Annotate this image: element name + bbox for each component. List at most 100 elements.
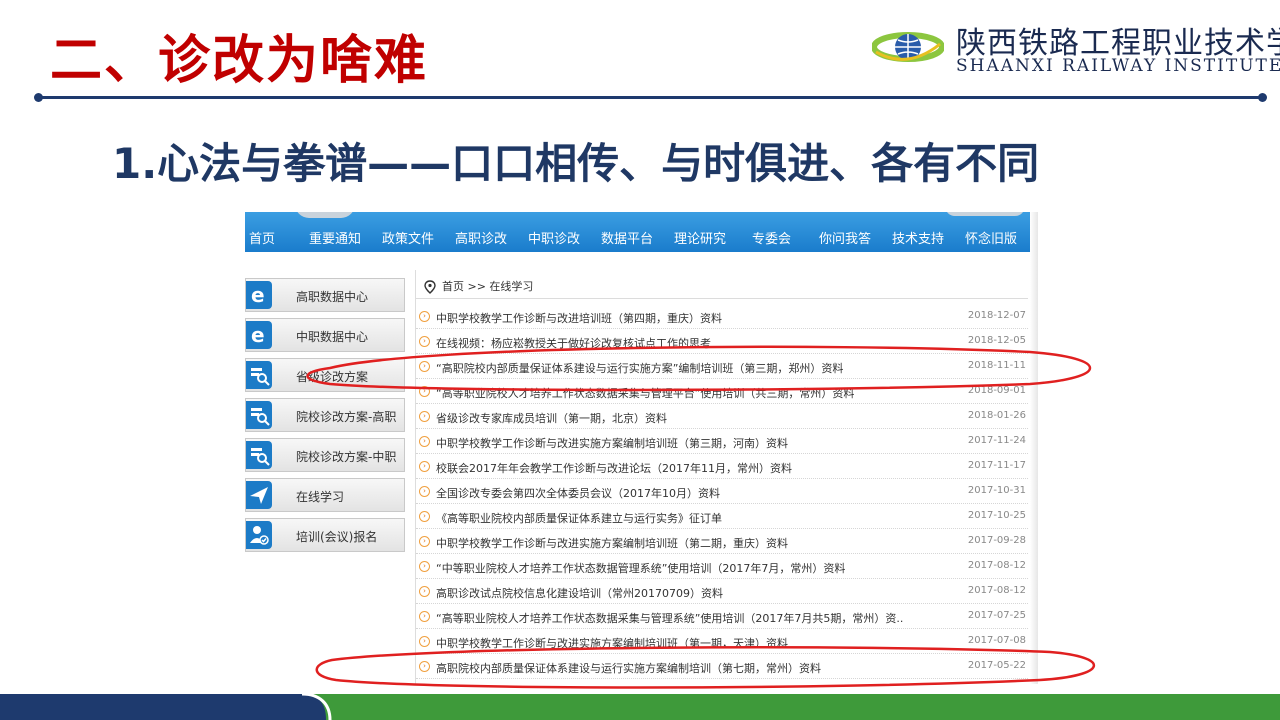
arrow-right-icon: ›	[419, 361, 430, 372]
nav-item-policy[interactable]: 政策文件	[382, 228, 434, 247]
list-item[interactable]: › “高等职业院校人才培养工作状态数据采集与管理系统”使用培训（2017年7月共5…	[416, 604, 1028, 629]
list-item-title[interactable]: “高等职业院校人才培养工作状态数据采集与管理系统”使用培训（2017年7月共5期…	[436, 610, 903, 626]
search-doc-icon	[246, 401, 272, 429]
nav-item-qa[interactable]: 你问我答	[819, 228, 871, 247]
globe-emblem-icon	[872, 32, 944, 62]
nav-item-old-site[interactable]: 怀念旧版	[965, 228, 1017, 247]
sidebar-item-higher-data[interactable]: e 高职数据中心	[245, 278, 405, 312]
sidebar-item-label: 高职数据中心	[296, 290, 369, 304]
list-item-date: 2017-11-17	[967, 460, 1026, 471]
website-screenshot: 首页 重要通知 政策文件 高职诊改 中职诊改 数据平台 理论研究 专委会 你问我…	[245, 212, 1038, 684]
list-item-date: 2017-10-31	[967, 485, 1026, 496]
breadcrumb-text[interactable]: 首页 >> 在线学习	[442, 278, 533, 294]
sidebar-item-provincial-plan[interactable]: 省级诊改方案	[245, 358, 405, 392]
arrow-right-icon: ›	[419, 561, 430, 572]
list-item[interactable]: › 中职学校教学工作诊断与改进培训班（第四期，重庆）资料 2018-12-07	[416, 304, 1028, 329]
nav-item-committee[interactable]: 专委会	[752, 228, 791, 247]
list-item-date: 2017-09-28	[967, 535, 1026, 546]
arrow-right-icon: ›	[419, 336, 430, 347]
list-item-title[interactable]: “高职院校内部质量保证体系建设与运行实施方案”编制培训班（第三期，郑州）资料	[436, 360, 843, 376]
arrow-right-icon: ›	[419, 461, 430, 472]
send-icon	[246, 481, 272, 509]
nav-item-home[interactable]: 首页	[249, 228, 275, 247]
list-item[interactable]: › 在线视频：杨应崧教授关于做好诊改复核试点工作的思考 2018-12-05	[416, 329, 1028, 354]
breadcrumb-divider	[416, 298, 1028, 299]
arrow-right-icon: ›	[419, 486, 430, 497]
arrow-right-icon: ›	[419, 586, 430, 597]
arrow-right-icon: ›	[419, 386, 430, 397]
sidebar-item-secondary-data[interactable]: e 中职数据中心	[245, 318, 405, 352]
sidebar-item-college-plan-higher[interactable]: 院校诊改方案-高职	[245, 398, 405, 432]
nav-item-higher-voc[interactable]: 高职诊改	[455, 228, 507, 247]
list-item-date: 2018-12-07	[967, 310, 1026, 321]
list-item-date: 2017-07-25	[967, 610, 1026, 621]
screenshot-edge-shadow	[1030, 212, 1038, 684]
arrow-right-icon: ›	[419, 311, 430, 322]
list-item[interactable]: › 省级诊改专家库成员培训（第一期，北京）资料 2018-01-26	[416, 404, 1028, 429]
user-check-icon	[246, 521, 272, 549]
footer-bar	[0, 694, 1280, 720]
top-nav-bar: 首页 重要通知 政策文件 高职诊改 中职诊改 数据平台 理论研究 专委会 你问我…	[245, 212, 1038, 252]
list-item-date: 2017-10-25	[967, 510, 1026, 521]
slide-title: 二、诊改为啥难	[50, 31, 429, 91]
list-item[interactable]: › 中职学校教学工作诊断与改进实施方案编制培训班（第三期，河南）资料 2017-11…	[416, 429, 1028, 454]
nav-decoration-right	[945, 212, 1025, 216]
list-item-date: 2017-07-08	[967, 635, 1026, 646]
sidebar-item-training-signup[interactable]: 培训(会议)报名	[245, 518, 405, 552]
list-item-title[interactable]: 高职诊改试点院校信息化建设培训（常州20170709）资料	[436, 585, 723, 601]
list-item-title[interactable]: 中职学校教学工作诊断与改进培训班（第四期，重庆）资料	[436, 310, 722, 326]
divider-dot-right	[1258, 93, 1267, 102]
sidebar-item-label: 院校诊改方案-高职	[296, 410, 397, 424]
arrow-right-icon: ›	[419, 611, 430, 622]
list-item-date: 2018-09-01	[967, 385, 1026, 396]
list-item-title[interactable]: 中职学校教学工作诊断与改进实施方案编制培训班（第一期，天津）资料	[436, 635, 788, 651]
list-item-date: 2017-08-12	[967, 560, 1026, 571]
list-item[interactable]: › 中职学校教学工作诊断与改进实施方案编制培训班（第二期，重庆）资料 2017-09…	[416, 529, 1028, 554]
list-item-title[interactable]: 校联会2017年年会教学工作诊断与改进论坛（2017年11月，常州）资料	[436, 460, 792, 476]
arrow-right-icon: ›	[419, 536, 430, 547]
list-item[interactable]: › “高等职业院校人才培养工作状态数据采集与管理平台”使用培训（共三期，常州）资料…	[416, 379, 1028, 404]
divider-dot-left	[34, 93, 43, 102]
nav-item-secondary[interactable]: 中职诊改	[528, 228, 580, 247]
list-item-date: 2018-11-11	[967, 360, 1026, 371]
e-icon: e	[246, 321, 272, 349]
list-item[interactable]: › “高职院校内部质量保证体系建设与运行实施方案”编制培训班（第三期，郑州）资料 2…	[416, 354, 1028, 379]
list-item-title[interactable]: 高职院校内部质量保证体系建设与运行实施方案编制培训（第七期，常州）资料	[436, 660, 821, 676]
nav-item-support[interactable]: 技术支持	[892, 228, 944, 247]
list-item-title[interactable]: “中等职业院校人才培养工作状态数据管理系统”使用培训（2017年7月，常州）资料	[436, 560, 845, 576]
sidebar-item-label: 中职数据中心	[296, 330, 369, 344]
list-item-title[interactable]: 在线视频：杨应崧教授关于做好诊改复核试点工作的思考	[436, 335, 711, 351]
list-item[interactable]: › 高职院校内部质量保证体系建设与运行实施方案编制培训（第七期，常州）资料 2017…	[416, 654, 1028, 679]
logo-english-name: SHAANXI RAILWAY INSTITUTE	[956, 56, 1280, 76]
sidebar-item-online-learning[interactable]: 在线学习	[245, 478, 405, 512]
list-item-date: 2017-11-24	[967, 435, 1026, 446]
list-item[interactable]: › 中职学校教学工作诊断与改进实施方案编制培训班（第一期，天津）资料 2017-07…	[416, 629, 1028, 654]
list-item-title[interactable]: “高等职业院校人才培养工作状态数据采集与管理平台”使用培训（共三期，常州）资料	[436, 385, 854, 401]
search-doc-icon	[246, 361, 272, 389]
arrow-right-icon: ›	[419, 636, 430, 647]
list-item[interactable]: › 高职诊改试点院校信息化建设培训（常州20170709）资料 2017-08-12	[416, 579, 1028, 604]
header-divider	[38, 96, 1264, 99]
list-item-date: 2018-01-26	[967, 410, 1026, 421]
sidebar-item-label: 院校诊改方案-中职	[296, 450, 397, 464]
e-icon: e	[246, 281, 272, 309]
sidebar-item-label: 培训(会议)报名	[296, 530, 378, 544]
list-item-title[interactable]: 全国诊改专委会第四次全体委员会议（2017年10月）资料	[436, 485, 720, 501]
sidebar-item-college-plan-secondary[interactable]: 院校诊改方案-中职	[245, 438, 405, 472]
arrow-right-icon: ›	[419, 436, 430, 447]
list-item-date: 2017-08-12	[967, 585, 1026, 596]
list-item[interactable]: › 《高等职业院校内部质量保证体系建立与运行实务》征订单 2017-10-25	[416, 504, 1028, 529]
list-item[interactable]: › 校联会2017年年会教学工作诊断与改进论坛（2017年11月，常州）资料 201…	[416, 454, 1028, 479]
list-item-title[interactable]: 中职学校教学工作诊断与改进实施方案编制培训班（第三期，河南）资料	[436, 435, 788, 451]
list-item-title[interactable]: 《高等职业院校内部质量保证体系建立与运行实务》征订单	[436, 510, 722, 526]
list-item-title[interactable]: 省级诊改专家库成员培训（第一期，北京）资料	[436, 410, 667, 426]
nav-item-notices[interactable]: 重要通知	[309, 228, 361, 247]
nav-item-data[interactable]: 数据平台	[601, 228, 653, 247]
article-list-panel: 首页 >> 在线学习 › 中职学校教学工作诊断与改进培训班（第四期，重庆）资料 20…	[415, 270, 1032, 684]
list-item-title[interactable]: 中职学校教学工作诊断与改进实施方案编制培训班（第二期，重庆）资料	[436, 535, 788, 551]
list-item[interactable]: › 全国诊改专委会第四次全体委员会议（2017年10月）资料 2017-10-31	[416, 479, 1028, 504]
list-item-date: 2017-05-22	[967, 660, 1026, 671]
list-item[interactable]: › “中等职业院校人才培养工作状态数据管理系统”使用培训（2017年7月，常州）资…	[416, 554, 1028, 579]
sidebar-item-label: 省级诊改方案	[296, 370, 369, 384]
nav-item-research[interactable]: 理论研究	[674, 228, 726, 247]
